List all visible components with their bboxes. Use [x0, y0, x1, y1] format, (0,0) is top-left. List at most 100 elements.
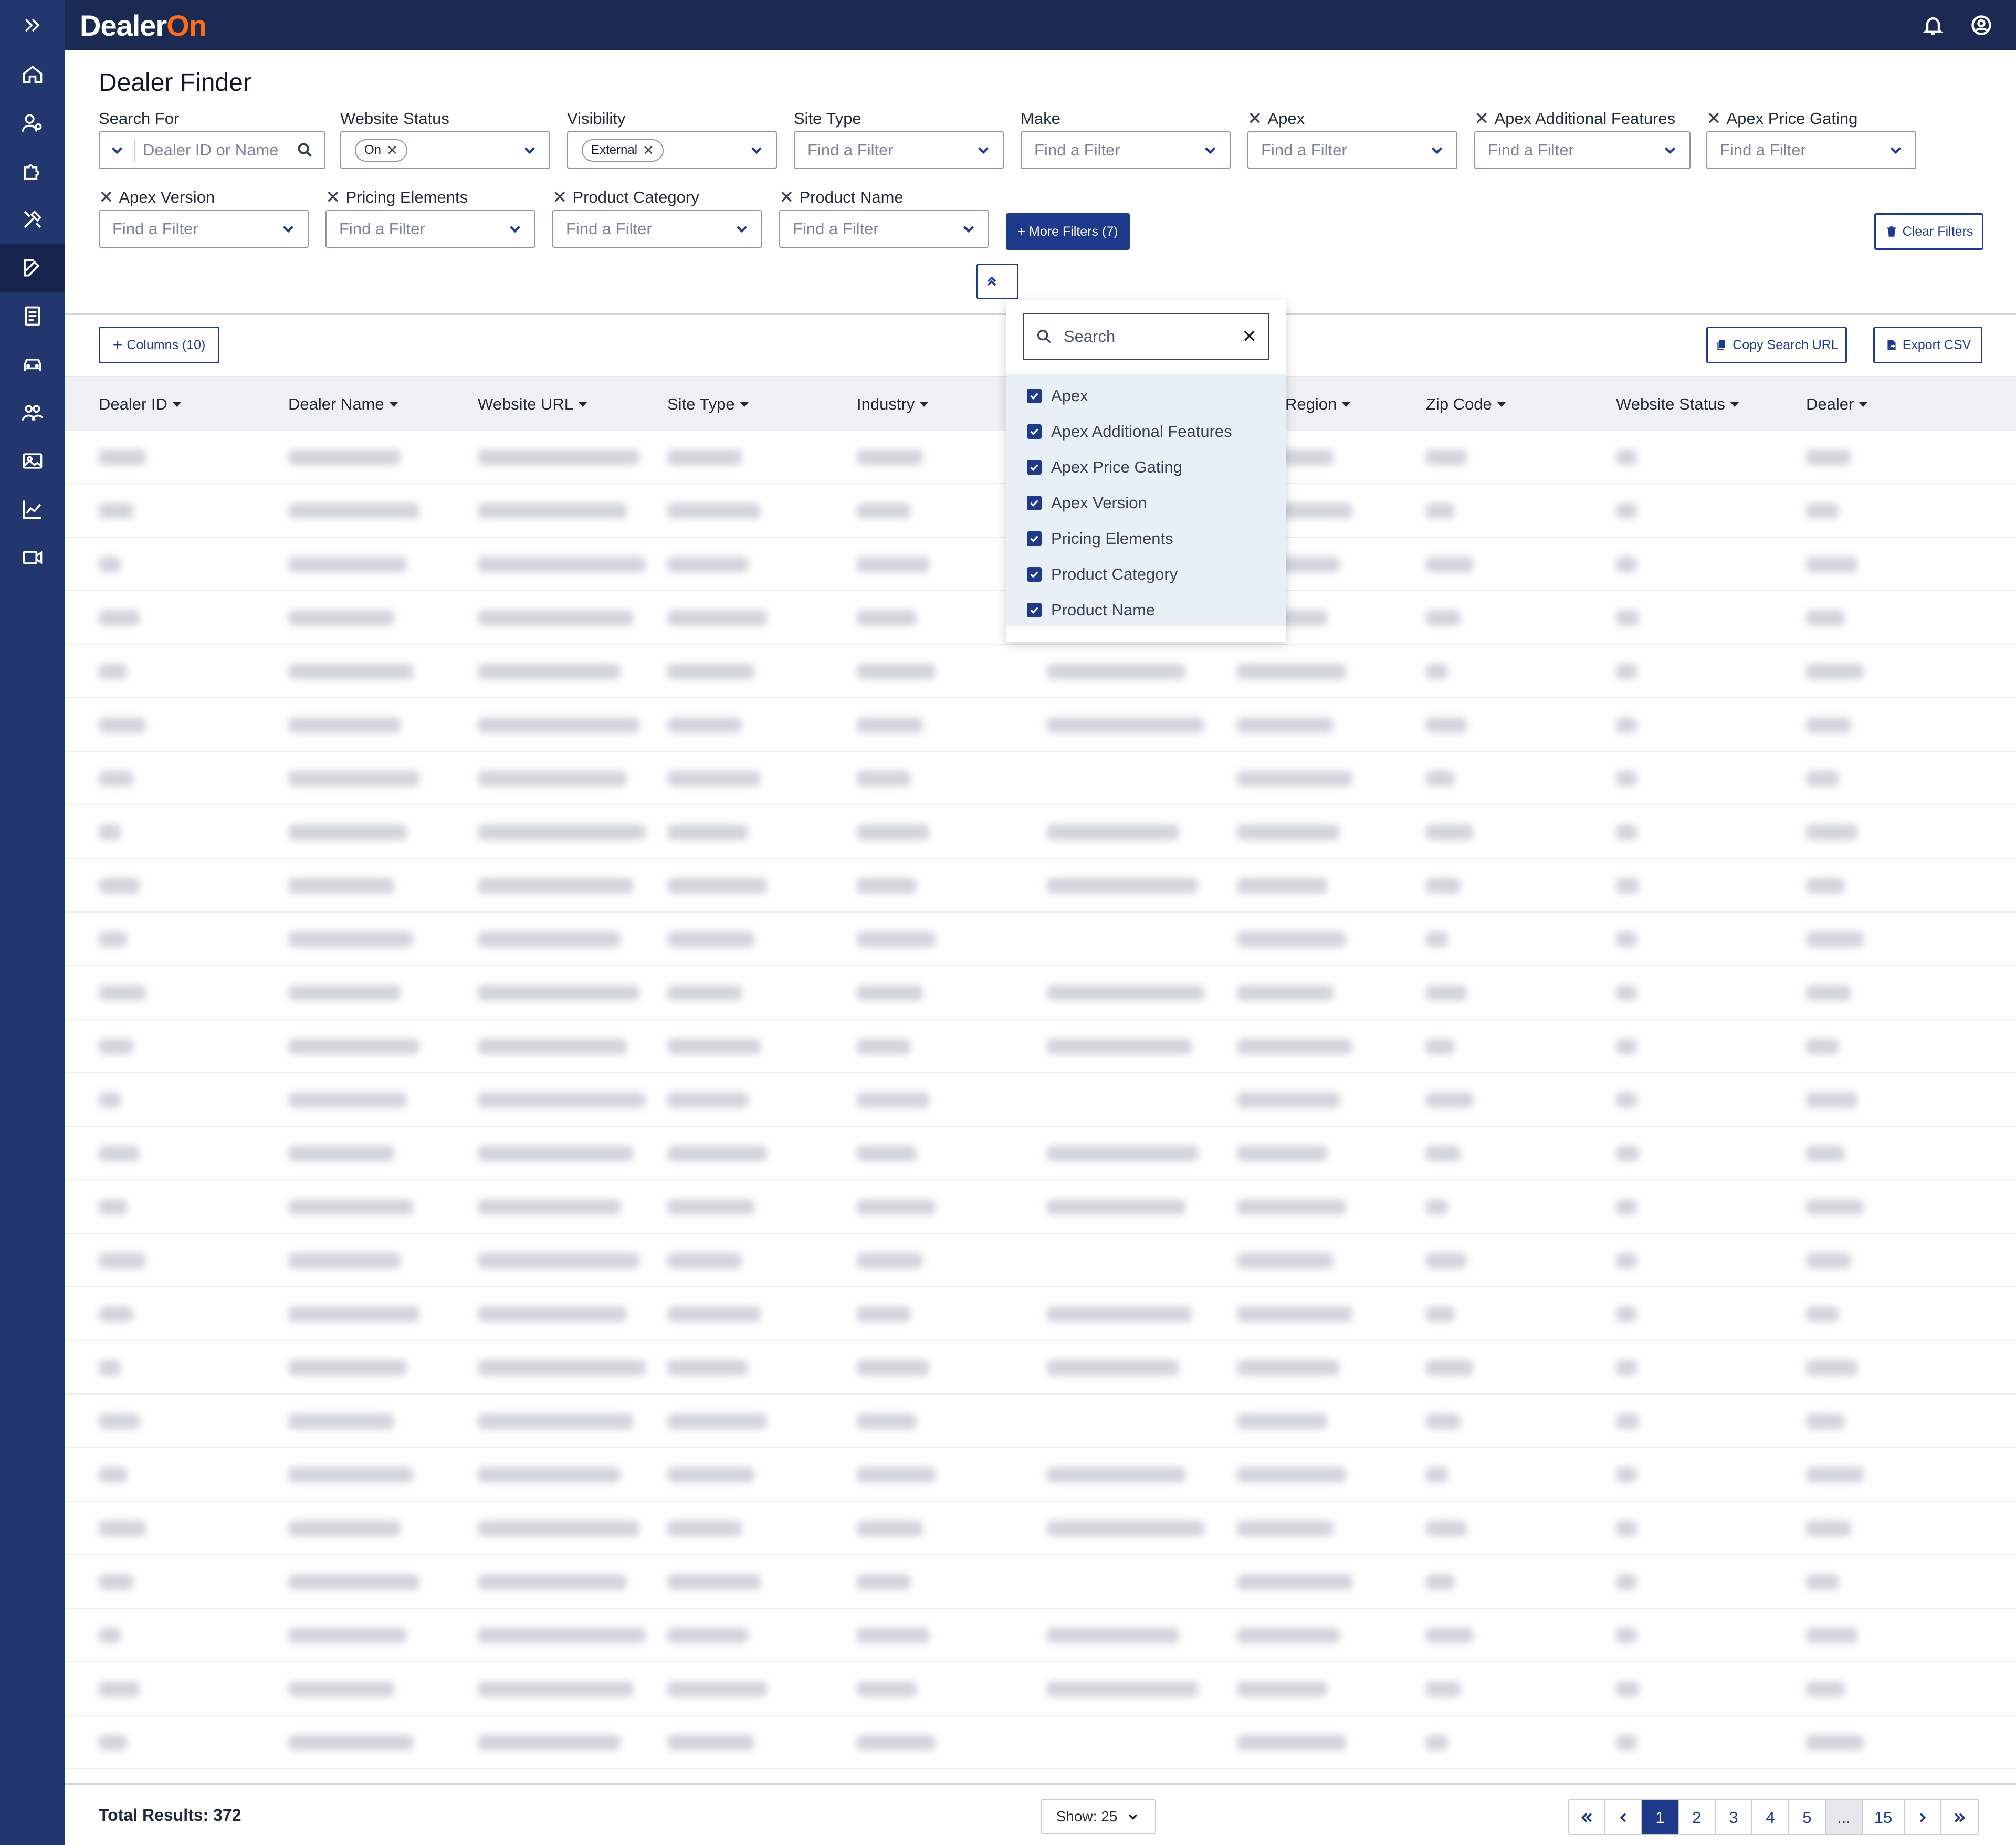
chevron-down-icon[interactable] [279, 220, 297, 238]
column-header-site-type[interactable]: Site Type [667, 377, 749, 432]
page-15-button[interactable]: 15 [1863, 1800, 1905, 1834]
remove-filter-icon[interactable]: ✕ [1247, 108, 1263, 129]
table-row[interactable] [65, 859, 2016, 913]
puzzle-icon[interactable] [0, 147, 65, 195]
page-2-button[interactable]: 2 [1679, 1800, 1716, 1834]
page-4-button[interactable]: 4 [1752, 1800, 1789, 1834]
search-icon[interactable] [296, 141, 314, 159]
checkbox-checked-icon[interactable] [1027, 460, 1042, 475]
chevron-down-icon[interactable] [1428, 141, 1446, 159]
clear-filters-button[interactable]: Clear Filters [1874, 213, 1983, 250]
table-row[interactable] [65, 1555, 2016, 1609]
remove-filter-icon[interactable]: ✕ [552, 187, 568, 208]
table-row[interactable] [65, 1180, 2016, 1234]
page-size-select[interactable]: Show: 25 [1041, 1799, 1156, 1834]
chevron-down-icon[interactable] [1201, 141, 1219, 159]
visibility-select[interactable]: External ✕ [567, 131, 777, 169]
table-row[interactable] [65, 1609, 2016, 1662]
column-header-region[interactable]: Region [1285, 377, 1351, 432]
chevron-down-icon[interactable] [974, 141, 992, 159]
table-row[interactable] [65, 1073, 2016, 1127]
product-name-select[interactable]: Find a Filter [779, 210, 989, 248]
prev-page-button[interactable] [1605, 1800, 1642, 1834]
remove-filter-icon[interactable]: ✕ [99, 187, 114, 208]
edit-icon[interactable] [0, 244, 65, 292]
column-header-industry[interactable]: Industry [857, 377, 929, 432]
remove-chip-icon[interactable]: ✕ [386, 142, 398, 159]
close-icon[interactable]: ✕ [1242, 326, 1257, 347]
page-3-button[interactable]: 3 [1716, 1800, 1752, 1834]
remove-chip-icon[interactable]: ✕ [643, 142, 654, 159]
table-row[interactable] [65, 1234, 2016, 1287]
chevron-down-icon[interactable] [1661, 141, 1679, 159]
copy-search-url-button[interactable]: Copy Search URL [1706, 327, 1847, 363]
table-row[interactable] [65, 966, 2016, 1020]
apex-additional-features-select[interactable]: Find a Filter [1474, 131, 1690, 169]
table-row[interactable] [65, 913, 2016, 966]
site-type-select[interactable]: Find a Filter [794, 131, 1004, 169]
column-header-website-status[interactable]: Website Status [1616, 377, 1739, 432]
table-row[interactable] [65, 805, 2016, 859]
chevron-down-icon[interactable] [108, 141, 126, 159]
checkbox-checked-icon[interactable] [1027, 424, 1042, 439]
table-row[interactable] [65, 1395, 2016, 1448]
product-category-select[interactable]: Find a Filter [552, 210, 762, 248]
chevron-down-icon[interactable] [748, 141, 765, 159]
column-header-website-url[interactable]: Website URL [478, 377, 587, 432]
chevron-down-icon[interactable] [733, 220, 751, 238]
home-icon[interactable] [0, 50, 65, 99]
table-row[interactable] [65, 752, 2016, 805]
page-5-button[interactable]: 5 [1789, 1800, 1826, 1834]
search-input[interactable]: Dealer ID or Name [99, 131, 326, 169]
next-page-button[interactable] [1905, 1800, 1941, 1834]
account-icon[interactable] [1970, 14, 1993, 39]
car-icon[interactable] [0, 340, 65, 389]
chart-icon[interactable] [0, 485, 65, 533]
apex-price-gating-select[interactable]: Find a Filter [1706, 131, 1916, 169]
remove-filter-icon[interactable]: ✕ [326, 187, 341, 208]
checkbox-checked-icon[interactable] [1027, 531, 1042, 546]
table-row[interactable] [65, 1127, 2016, 1180]
column-header-dealer-name[interactable]: Dealer Name [288, 377, 398, 432]
bell-icon[interactable] [1922, 14, 1945, 39]
columns-button[interactable]: + Columns (10) [99, 327, 219, 363]
table-row[interactable] [65, 698, 2016, 752]
table-row[interactable] [65, 1287, 2016, 1341]
table-row[interactable] [65, 1020, 2016, 1073]
option-apex-version[interactable]: Apex Version [1006, 485, 1286, 521]
column-header-zip-code[interactable]: Zip Code [1426, 377, 1506, 432]
remove-filter-icon[interactable]: ✕ [1474, 108, 1489, 129]
first-page-button[interactable] [1569, 1800, 1605, 1834]
option-pricing-elements[interactable]: Pricing Elements [1006, 521, 1286, 557]
page-1-button[interactable]: 1 [1642, 1800, 1679, 1834]
image-icon[interactable] [0, 437, 65, 485]
logo[interactable]: Dealer On [80, 8, 207, 43]
option-product-category[interactable]: Product Category [1006, 557, 1286, 592]
document-icon[interactable] [0, 292, 65, 340]
user-settings-icon[interactable] [0, 99, 65, 147]
checkbox-checked-icon[interactable] [1027, 603, 1042, 617]
export-csv-button[interactable]: Export CSV [1873, 327, 1982, 363]
table-row[interactable] [65, 645, 2016, 698]
expand-sidebar-icon[interactable] [0, 0, 65, 50]
option-product-name[interactable]: Product Name [1006, 592, 1286, 628]
more-filters-button[interactable]: + More Filters (7) [1006, 213, 1130, 250]
checkbox-checked-icon[interactable] [1027, 389, 1042, 403]
column-header-dealer-id[interactable]: Dealer ID [99, 377, 181, 432]
checkbox-checked-icon[interactable] [1027, 567, 1042, 582]
last-page-button[interactable] [1941, 1800, 1978, 1834]
video-icon[interactable] [0, 533, 65, 582]
chevron-down-icon[interactable] [521, 141, 539, 159]
remove-filter-icon[interactable]: ✕ [1706, 108, 1721, 129]
apex-select[interactable]: Find a Filter [1247, 131, 1457, 169]
tools-icon[interactable] [0, 195, 65, 244]
dropdown-search-input[interactable]: Search ✕ [1023, 313, 1269, 360]
pricing-elements-select[interactable]: Find a Filter [326, 210, 536, 248]
chevron-down-icon[interactable] [1887, 141, 1905, 159]
option-apex-price-gating[interactable]: Apex Price Gating [1006, 449, 1286, 485]
collapse-filters-button[interactable] [976, 264, 1018, 299]
table-row[interactable] [65, 1448, 2016, 1502]
table-row[interactable] [65, 1502, 2016, 1555]
option-apex-additional-features[interactable]: Apex Additional Features [1006, 414, 1286, 449]
remove-filter-icon[interactable]: ✕ [779, 187, 794, 208]
